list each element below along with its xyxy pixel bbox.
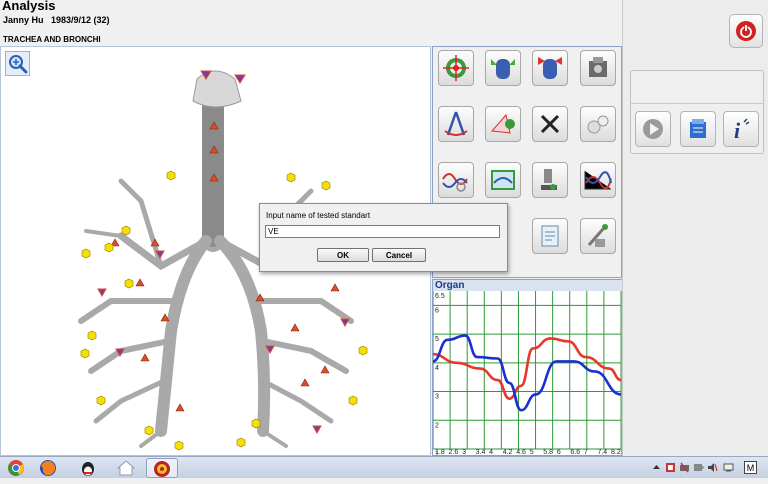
molecule-icon	[587, 115, 609, 134]
x-tick-label: 7	[584, 449, 588, 455]
measure-tool-button[interactable]	[438, 106, 474, 142]
tray-screen-icon[interactable]	[723, 462, 734, 473]
x-tick-label: 7.4	[597, 449, 607, 455]
x-tick-label: 6.6	[570, 449, 580, 455]
qq-taskbar-button[interactable]	[72, 458, 104, 478]
y-tick-label: 6	[435, 307, 439, 314]
y-tick-label: 4	[435, 365, 439, 372]
organ-name: TRACHEA AND BRONCHI	[3, 35, 101, 44]
compare-tool-button[interactable]	[485, 162, 521, 198]
chrome-taskbar-button[interactable]	[0, 458, 32, 478]
y-tick-label: 5	[435, 336, 439, 343]
wave-magnifier-icon	[442, 173, 468, 192]
power-icon	[736, 21, 756, 41]
multi-graph-icon	[584, 171, 612, 190]
tray-network-icon[interactable]	[679, 462, 690, 473]
database-button[interactable]	[680, 111, 716, 147]
play-icon	[643, 119, 663, 139]
taskbar: M	[0, 456, 768, 478]
app-title: Analysis	[2, 0, 56, 13]
tray-arrow-icon[interactable]	[651, 462, 662, 473]
tissue-sample-icon	[490, 113, 515, 134]
lab-tool-button[interactable]	[532, 162, 568, 198]
magnifier-icon	[9, 55, 28, 74]
tray-battery-icon[interactable]	[693, 462, 704, 473]
series-line-1	[433, 337, 621, 401]
graph-tool-button[interactable]	[580, 162, 616, 198]
instrument-tool-button[interactable]	[580, 218, 616, 254]
target-tool-button[interactable]	[438, 50, 474, 86]
patient-info: Janny Hu 1983/9/12 (32)	[3, 15, 110, 25]
cylinder-outward-icon	[538, 57, 562, 79]
compare-icon	[491, 170, 515, 190]
x-tick-label: 4.6	[516, 449, 526, 455]
organ-chart-panel: Organ 6.5 6 5 4 3 2 1 1.8 2.6 3 3.4 4 4.2 4.6 5 5.8 6 6.…	[432, 279, 623, 456]
action-group-header	[630, 70, 764, 104]
collapse-view-button[interactable]	[485, 50, 521, 86]
play-button[interactable]	[635, 111, 671, 147]
cancel-button[interactable]: Cancel	[372, 248, 426, 262]
y-tick-label: 6.5	[435, 293, 445, 300]
y-tick-label: 2	[435, 422, 439, 429]
scanner-icon	[589, 57, 607, 77]
cross-icon	[540, 114, 560, 134]
target-icon	[443, 55, 469, 81]
analyzer-app-icon	[154, 461, 170, 477]
wave-analysis-button[interactable]	[438, 162, 474, 198]
cylinder-inward-icon	[491, 59, 515, 79]
penguin-icon	[82, 462, 94, 476]
ok-button[interactable]: OK	[317, 248, 369, 262]
x-tick-label: 6	[557, 449, 561, 455]
x-tick-label: 5	[530, 449, 534, 455]
dialog-prompt: Input name of tested standart	[266, 211, 371, 220]
svg-text:i: i	[734, 118, 741, 143]
compass-icon	[444, 111, 468, 136]
chrome-icon	[8, 460, 24, 476]
document-icon	[541, 225, 559, 247]
firefox-icon	[40, 460, 56, 476]
x-tick-label: 5.8	[543, 449, 553, 455]
expand-view-button[interactable]	[532, 50, 568, 86]
x-tick-label: 2.6	[449, 449, 459, 455]
tray-volume-icon[interactable]	[707, 462, 718, 473]
info-icon: i	[734, 118, 750, 143]
instrument-icon	[587, 224, 608, 247]
x-tick-label: 4	[489, 449, 493, 455]
header-bar: Analysis Janny Hu 1983/9/12 (32) TRACHEA…	[0, 0, 622, 46]
scanner-tool-button[interactable]	[580, 50, 616, 86]
organ-chart-title: Organ	[433, 280, 623, 291]
x-tick-label: 3	[462, 449, 466, 455]
zoom-button[interactable]	[5, 51, 30, 76]
x-tick-label: 8.2	[611, 449, 621, 455]
sample-tool-button[interactable]	[485, 106, 521, 142]
organ-line-chart: 6.5654321 1.8 2.6 3 3.4 4 4.2 4.6 5 5.8 6 6.6 7 7.4 8…	[433, 291, 621, 455]
database-icon	[690, 119, 706, 138]
x-tick-label: 3.4	[476, 449, 486, 455]
x-tick-label: 1.8	[435, 449, 445, 455]
standard-name-input[interactable]	[265, 225, 500, 238]
y-tick-label: 3	[435, 394, 439, 401]
analyzer-taskbar-button[interactable]	[146, 458, 178, 478]
standard-name-dialog: Input name of tested standart OK Cancel	[259, 203, 508, 272]
document-tool-button[interactable]	[532, 218, 568, 254]
home-taskbar-button[interactable]	[110, 458, 142, 478]
molecule-tool-button[interactable]	[580, 106, 616, 142]
info-button[interactable]: i	[723, 111, 759, 147]
input-language-icon[interactable]: M	[744, 461, 757, 474]
clear-button[interactable]	[532, 106, 568, 142]
power-button[interactable]	[729, 14, 763, 48]
firefox-taskbar-button[interactable]	[32, 458, 64, 478]
microscope-icon	[541, 169, 557, 190]
tray-flag-icon[interactable]	[665, 462, 676, 473]
right-panel	[622, 0, 768, 456]
home-icon	[116, 460, 136, 476]
x-tick-label: 4.2	[503, 449, 513, 455]
